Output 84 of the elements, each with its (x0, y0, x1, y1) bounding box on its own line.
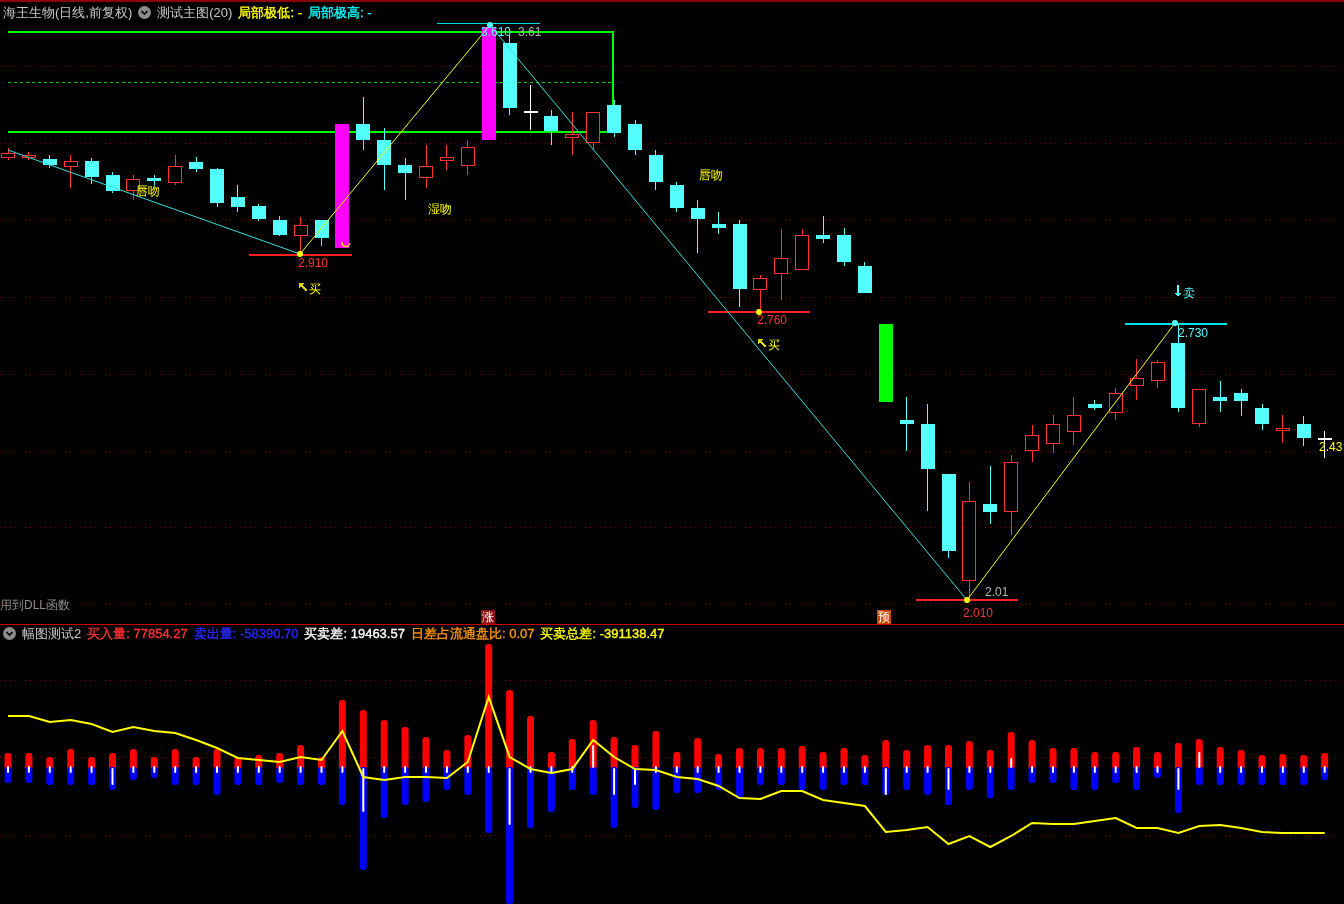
legend-value: 买入量: 77854.27 (87, 627, 188, 640)
candlestick (147, 174, 162, 186)
candlestick (1192, 388, 1207, 428)
candlestick (1275, 414, 1290, 444)
point-marker-icon (964, 597, 970, 603)
candlestick (837, 227, 851, 267)
candlestick (168, 154, 183, 186)
price-label: 2.910 (298, 256, 329, 270)
candlestick (1213, 380, 1228, 413)
price-label: 2.010 (963, 606, 994, 620)
rise-badge: 涨 (481, 610, 495, 624)
candlestick (628, 119, 642, 156)
price-label: 2.760 (757, 313, 788, 327)
legend-value: 局部极低: - (238, 5, 302, 19)
indicator-name: 测试主图(20) (157, 5, 233, 19)
candlestick (816, 215, 831, 244)
arrow-up-left-icon (758, 339, 767, 348)
legend-value: 买卖差: 19463.57 (304, 627, 405, 640)
candlestick (230, 184, 245, 213)
arrow-up-left-icon (299, 283, 308, 292)
candlestick (460, 139, 475, 176)
candlestick (356, 96, 371, 151)
buy-signal-label: 买 (309, 282, 321, 296)
candlestick (105, 171, 120, 194)
legend-value: 日差占流通盘比: 0.07 (410, 627, 535, 640)
candlestick (63, 154, 78, 189)
chevron-circle-icon[interactable] (138, 5, 152, 19)
candlestick (1129, 358, 1144, 401)
candlestick (711, 211, 726, 235)
legend-value: 局部极高: - (307, 5, 372, 19)
candlestick (21, 151, 36, 161)
candlestick (1296, 415, 1311, 447)
chevron-circle-icon[interactable] (3, 627, 16, 640)
candlestick (795, 228, 810, 271)
candlestick (857, 261, 872, 294)
candlestick (272, 215, 287, 237)
candlestick (544, 109, 559, 146)
pattern-label: 湿吻 (428, 202, 452, 216)
legend-value: 买卖总差: -391138.47 (540, 627, 665, 640)
candlestick (899, 396, 914, 452)
price-label: 2.730 (1178, 326, 1209, 340)
price-label: 2.01 (985, 585, 1009, 599)
candlestick (1234, 388, 1249, 417)
buy-signal-label: 买 (768, 338, 780, 352)
candlestick (439, 144, 454, 171)
candlestick (1046, 414, 1060, 454)
candlestick (398, 157, 413, 201)
candlestick (1150, 359, 1165, 389)
candlestick (251, 203, 266, 222)
pattern-label: 唇吻 (136, 184, 160, 198)
candlestick (377, 127, 392, 191)
candlestick (669, 181, 684, 213)
candlestick (586, 111, 601, 151)
candlestick (1255, 403, 1269, 431)
point-marker-icon (1172, 320, 1178, 326)
candlestick (189, 156, 204, 173)
legend-value: 卖出量: -58390.70 (193, 627, 299, 640)
candlestick (419, 144, 433, 189)
security-title: 海王生物(日线,前复权) (3, 5, 133, 19)
candlestick (690, 199, 705, 254)
point-marker-icon (756, 309, 762, 315)
price-label: 3.610 (481, 25, 512, 39)
point-marker-icon (487, 22, 493, 28)
candlestick (1066, 396, 1081, 446)
candlestick (84, 157, 99, 185)
candlestick (314, 219, 329, 247)
forecast-badge: 预 (877, 610, 891, 624)
indicator-name: 幅图测试2 (22, 627, 82, 640)
candlestick (1025, 424, 1040, 463)
curl-icon (341, 241, 351, 248)
candlestick (565, 111, 580, 156)
candlestick (607, 99, 622, 138)
candlestick (523, 84, 538, 131)
candlestick (648, 149, 663, 191)
pattern-label: 唇吻 (699, 168, 723, 182)
footnote-label: 用到DLL函数 (0, 598, 70, 612)
candlestick (1108, 387, 1123, 421)
candlestick (210, 167, 224, 208)
arrow-down-icon (1175, 284, 1181, 297)
candlestick (983, 465, 998, 525)
sell-signal-label: 卖 (1183, 286, 1195, 300)
point-marker-icon (297, 251, 303, 257)
candlestick (42, 154, 57, 169)
candlestick (1087, 399, 1102, 411)
